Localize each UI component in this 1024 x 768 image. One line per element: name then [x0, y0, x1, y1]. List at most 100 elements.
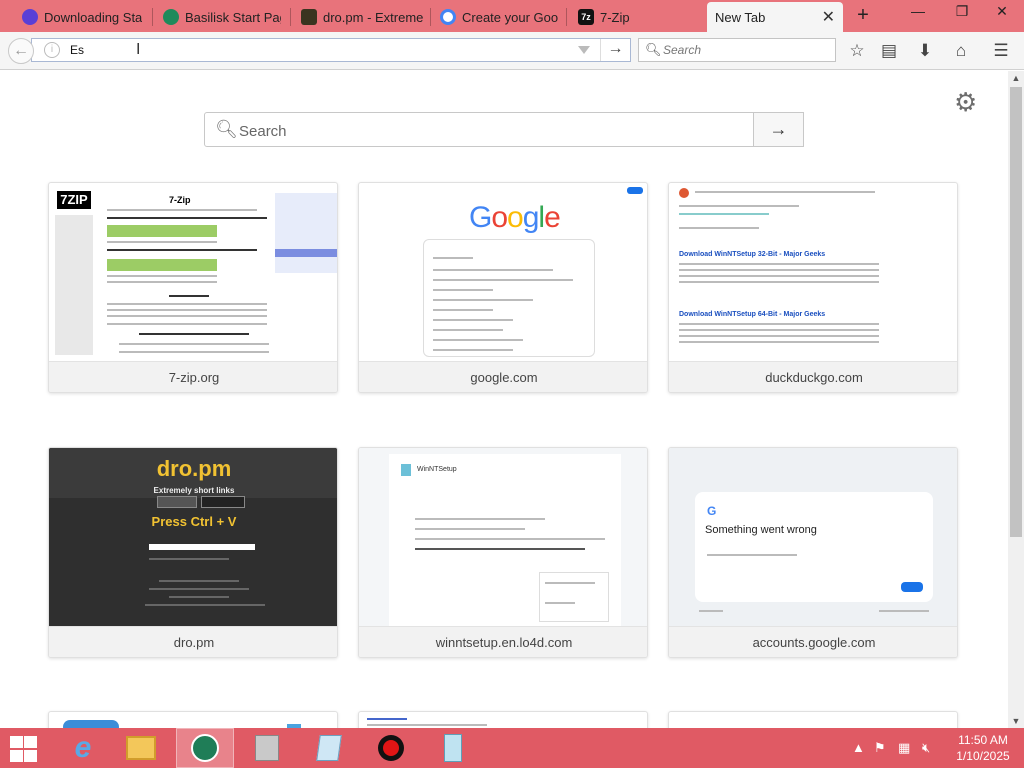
- dro-tagline: Extremely short links: [153, 486, 235, 495]
- site-thumbnail: Google: [359, 183, 647, 361]
- gear-icon[interactable]: ⚙: [954, 87, 977, 118]
- url-bar[interactable]: i Es I →: [31, 38, 631, 62]
- windows-logo-icon: [24, 750, 37, 762]
- back-button[interactable]: ←: [8, 38, 34, 64]
- tab-divider: [152, 8, 153, 26]
- minimize-button[interactable]: —: [900, 0, 936, 24]
- dro-logo: dro.pm: [156, 456, 232, 481]
- close-tab-icon[interactable]: ✕: [814, 7, 835, 27]
- show-hidden-icons-icon[interactable]: ▲: [852, 740, 865, 755]
- tab-label: New Tab: [715, 9, 766, 25]
- top-site-tile[interactable]: [48, 711, 338, 728]
- start-button[interactable]: [8, 736, 38, 762]
- tab-7zip[interactable]: 7z 7-Zip: [570, 2, 704, 32]
- taskbar-file-explorer[interactable]: [112, 728, 170, 768]
- folder-icon: [126, 733, 156, 763]
- 7zip-favicon-icon: 7z: [578, 9, 594, 25]
- tab-divider: [430, 8, 431, 26]
- archive-icon: [438, 733, 468, 763]
- bookmark-star-icon[interactable]: ☆: [846, 40, 868, 62]
- google-g-icon: G: [707, 504, 717, 518]
- tab-label: 7-Zip: [600, 9, 630, 25]
- search-bar[interactable]: 🔍︎ Search: [638, 38, 836, 62]
- tile-label: winntsetup.en.lo4d.com: [359, 626, 647, 657]
- url-input[interactable]: Es: [70, 43, 84, 57]
- tab-dro-pm[interactable]: dro.pm - Extreme: [293, 2, 431, 32]
- result-link: Download WinNTSetup 32-Bit - Major Geeks: [679, 251, 826, 258]
- action-center-flag-icon[interactable]: ⚑: [874, 740, 886, 756]
- top-site-tile[interactable]: Google google.com: [358, 182, 648, 393]
- close-window-button[interactable]: ✕: [984, 0, 1020, 24]
- network-icon[interactable]: ▦: [898, 740, 910, 756]
- basilisk-favicon-icon: [22, 9, 38, 25]
- top-site-tile[interactable]: [358, 711, 648, 728]
- windows-logo-icon: [24, 736, 37, 748]
- tab-downloading[interactable]: Downloading Sta: [14, 2, 152, 32]
- taskbar-basilisk[interactable]: [176, 728, 234, 768]
- thumb-title: 7-Zip: [169, 195, 191, 205]
- site-thumbnail: dro.pm Extremely short links Press Ctrl …: [49, 448, 337, 626]
- tab-label: Create your Goog: [462, 9, 558, 25]
- go-arrow-icon[interactable]: →: [600, 39, 630, 61]
- site-thumbnail: Download WinNTSetup 32-Bit - Major Geeks…: [669, 183, 957, 361]
- tile-label: google.com: [359, 361, 647, 392]
- scroll-thumb[interactable]: [1010, 87, 1022, 537]
- volume-muted-icon[interactable]: 🔇︎: [922, 740, 930, 756]
- site-thumbnail: [367, 724, 487, 726]
- installer-icon: [252, 733, 282, 763]
- thumb-title: WinNTSetup: [417, 466, 457, 473]
- home-icon[interactable]: ⌂: [950, 40, 972, 62]
- taskbar: e ▲ ⚑ ▦ 🔇︎ 11:50 AM 1/10/2025: [0, 728, 1024, 768]
- top-site-tile[interactable]: 7ZIP 7-Zip 7-zip.org: [48, 182, 338, 393]
- tab-new-tab[interactable]: New Tab ✕: [707, 2, 843, 32]
- site-thumbnail: WinNTSetup: [359, 448, 647, 626]
- scroll-down-arrow-icon[interactable]: ▼: [1008, 714, 1024, 728]
- url-history-dropdown-icon[interactable]: [578, 46, 590, 54]
- site-thumbnail: G Something went wrong: [669, 448, 957, 626]
- tab-divider: [566, 8, 567, 26]
- taskbar-internet-explorer[interactable]: e: [54, 728, 112, 768]
- top-site-tile[interactable]: G Something went wrong accounts.google.c…: [668, 447, 958, 658]
- notepad-icon: [314, 733, 344, 763]
- info-icon[interactable]: i: [44, 42, 60, 58]
- tab-label: dro.pm - Extreme: [323, 9, 423, 25]
- search-icon: 🔍︎: [645, 42, 662, 57]
- vertical-scrollbar[interactable]: ▲ ▼: [1008, 71, 1024, 728]
- site-thumbnail: [367, 718, 407, 720]
- tab-label: Basilisk Start Page: [185, 9, 281, 25]
- site-thumbnail: [63, 720, 119, 728]
- scroll-up-arrow-icon[interactable]: ▲: [1008, 71, 1024, 85]
- newtab-search-input[interactable]: Search: [239, 123, 287, 140]
- text-cursor-icon: I: [136, 41, 141, 58]
- newtab-search-go-button[interactable]: →: [753, 112, 804, 147]
- search-icon: 🔍︎: [215, 119, 238, 139]
- bookmarks-menu-icon[interactable]: ▤: [878, 40, 900, 62]
- basilisk-favicon-icon: [163, 9, 179, 25]
- restore-button[interactable]: ❐: [944, 0, 980, 24]
- taskbar-archive-app[interactable]: [424, 728, 482, 768]
- tab-divider: [290, 8, 291, 26]
- error-heading: Something went wrong: [705, 524, 817, 536]
- menu-hamburger-icon[interactable]: ☰: [990, 40, 1012, 62]
- top-site-tile[interactable]: [668, 711, 958, 728]
- newtab-search-box[interactable]: 🔍︎ Search: [204, 112, 754, 147]
- top-site-tile[interactable]: Download WinNTSetup 32-Bit - Major Geeks…: [668, 182, 958, 393]
- taskbar-notepad[interactable]: [300, 728, 358, 768]
- google-favicon-icon: [440, 9, 456, 25]
- tab-basilisk-start[interactable]: Basilisk Start Page: [155, 2, 289, 32]
- tab-google-account[interactable]: Create your Goog: [432, 2, 566, 32]
- tile-label: duckduckgo.com: [669, 361, 957, 392]
- google-logo: Google: [469, 201, 561, 234]
- top-site-tile[interactable]: WinNTSetup winntsetup.en.lo4d.com: [358, 447, 648, 658]
- taskbar-recorder[interactable]: [362, 728, 420, 768]
- windows-logo-icon: [10, 750, 23, 762]
- new-tab-button[interactable]: +: [852, 4, 874, 28]
- dro-favicon-icon: [301, 9, 317, 25]
- system-clock[interactable]: 11:50 AM 1/10/2025: [950, 732, 1016, 764]
- taskbar-installer[interactable]: [238, 728, 296, 768]
- downloads-icon[interactable]: ⬇: [914, 40, 936, 62]
- search-input[interactable]: Search: [663, 43, 701, 57]
- top-site-tile[interactable]: dro.pm Extremely short links Press Ctrl …: [48, 447, 338, 658]
- record-icon: [376, 733, 406, 763]
- result-link: Download WinNTSetup 64-Bit - Major Geeks: [679, 311, 826, 318]
